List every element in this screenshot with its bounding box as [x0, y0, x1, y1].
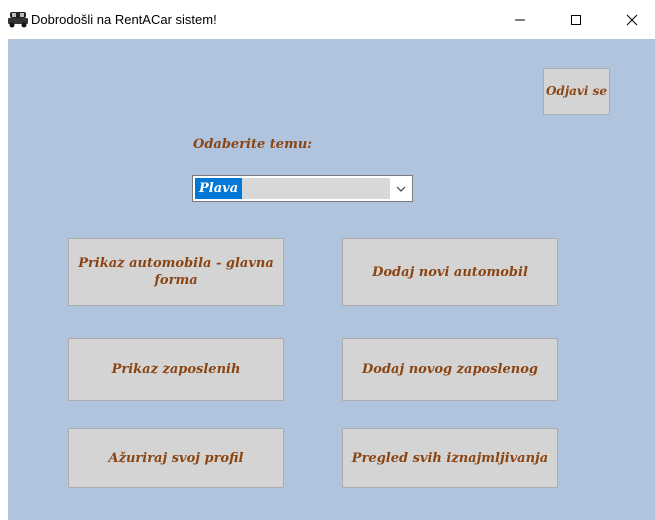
logout-button[interactable]: Odjavi se [543, 68, 610, 115]
update-profile-label: Ažuriraj svoj profil [108, 450, 244, 466]
add-employee-button[interactable]: Dodaj novog zaposlenog [342, 338, 558, 401]
close-button[interactable] [609, 0, 655, 39]
chevron-down-icon[interactable] [390, 176, 412, 201]
add-car-label: Dodaj novi automobil [372, 264, 528, 280]
show-cars-label: Prikaz automobila - glavna forma [78, 256, 274, 288]
minimize-button[interactable] [497, 0, 543, 39]
theme-select-field: Plava [195, 178, 390, 199]
show-employees-label: Prikaz zaposlenih [111, 362, 241, 377]
main-form: Odjavi se Odaberite temu: Plava Prikaz a… [8, 39, 655, 520]
theme-select-value: Plava [195, 178, 243, 199]
maximize-icon [571, 14, 581, 25]
rentals-overview-label: Pregled svih iznajmljivanja [351, 450, 549, 466]
add-employee-label: Dodaj novog zaposlenog [362, 362, 538, 377]
car-icon [8, 12, 28, 28]
show-cars-button[interactable]: Prikaz automobila - glavna forma [68, 238, 284, 306]
close-icon [626, 14, 638, 25]
rentals-overview-button[interactable]: Pregled svih iznajmljivanja [342, 428, 558, 488]
theme-label: Odaberite temu: [193, 137, 313, 152]
maximize-button[interactable] [553, 0, 599, 39]
minimize-icon [515, 19, 525, 20]
title-bar: Dobrodošli na RentACar sistem! [0, 0, 655, 39]
update-profile-button[interactable]: Ažuriraj svoj profil [68, 428, 284, 488]
show-employees-button[interactable]: Prikaz zaposlenih [68, 338, 284, 401]
theme-select[interactable]: Plava [192, 175, 413, 202]
add-car-button[interactable]: Dodaj novi automobil [342, 238, 558, 306]
window-title: Dobrodošli na RentACar sistem! [31, 12, 217, 27]
